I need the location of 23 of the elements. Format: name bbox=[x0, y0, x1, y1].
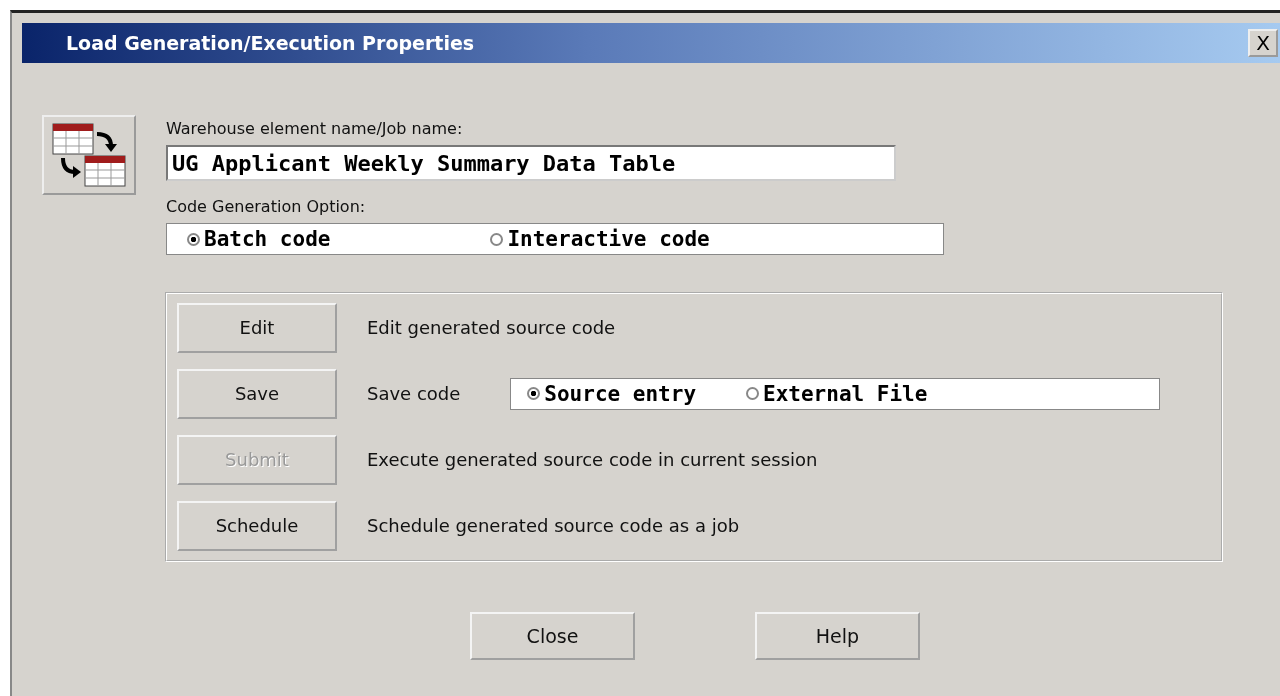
window-close-button[interactable]: X bbox=[1248, 29, 1278, 57]
action-description: Save code bbox=[367, 383, 461, 404]
code-option-radio[interactable]: Interactive code bbox=[490, 227, 710, 251]
action-description: Schedule generated source code as a job bbox=[367, 515, 740, 536]
action-button[interactable]: Schedule bbox=[177, 500, 337, 551]
job-name-field[interactable]: UG Applicant Weekly Summary Data Table bbox=[166, 145, 896, 181]
radio-icon[interactable] bbox=[490, 232, 504, 246]
radio-icon[interactable] bbox=[746, 387, 760, 400]
tables-transfer-icon[interactable] bbox=[42, 115, 136, 195]
code-generation-label: Code Generation Option: bbox=[166, 197, 366, 218]
dialog-button[interactable]: Close bbox=[470, 612, 635, 660]
job-name-label: Warehouse element name/Job name: bbox=[166, 119, 463, 140]
action-button[interactable]: Save bbox=[177, 368, 337, 419]
dialog-button[interactable]: Help bbox=[755, 612, 920, 660]
save-target-radio[interactable]: Source entry bbox=[527, 381, 697, 406]
action-description: Execute generated source code in current session bbox=[367, 449, 818, 470]
radio-icon[interactable] bbox=[527, 387, 541, 400]
radio-icon[interactable] bbox=[187, 232, 200, 246]
window-title: Load Generation/Execution Properties bbox=[66, 32, 475, 54]
save-target-radio[interactable]: External File bbox=[746, 381, 928, 406]
action-button[interactable]: Edit bbox=[177, 302, 337, 353]
action-description: Edit generated source code bbox=[367, 317, 616, 338]
code-option-radio[interactable]: Batch code bbox=[187, 227, 331, 251]
